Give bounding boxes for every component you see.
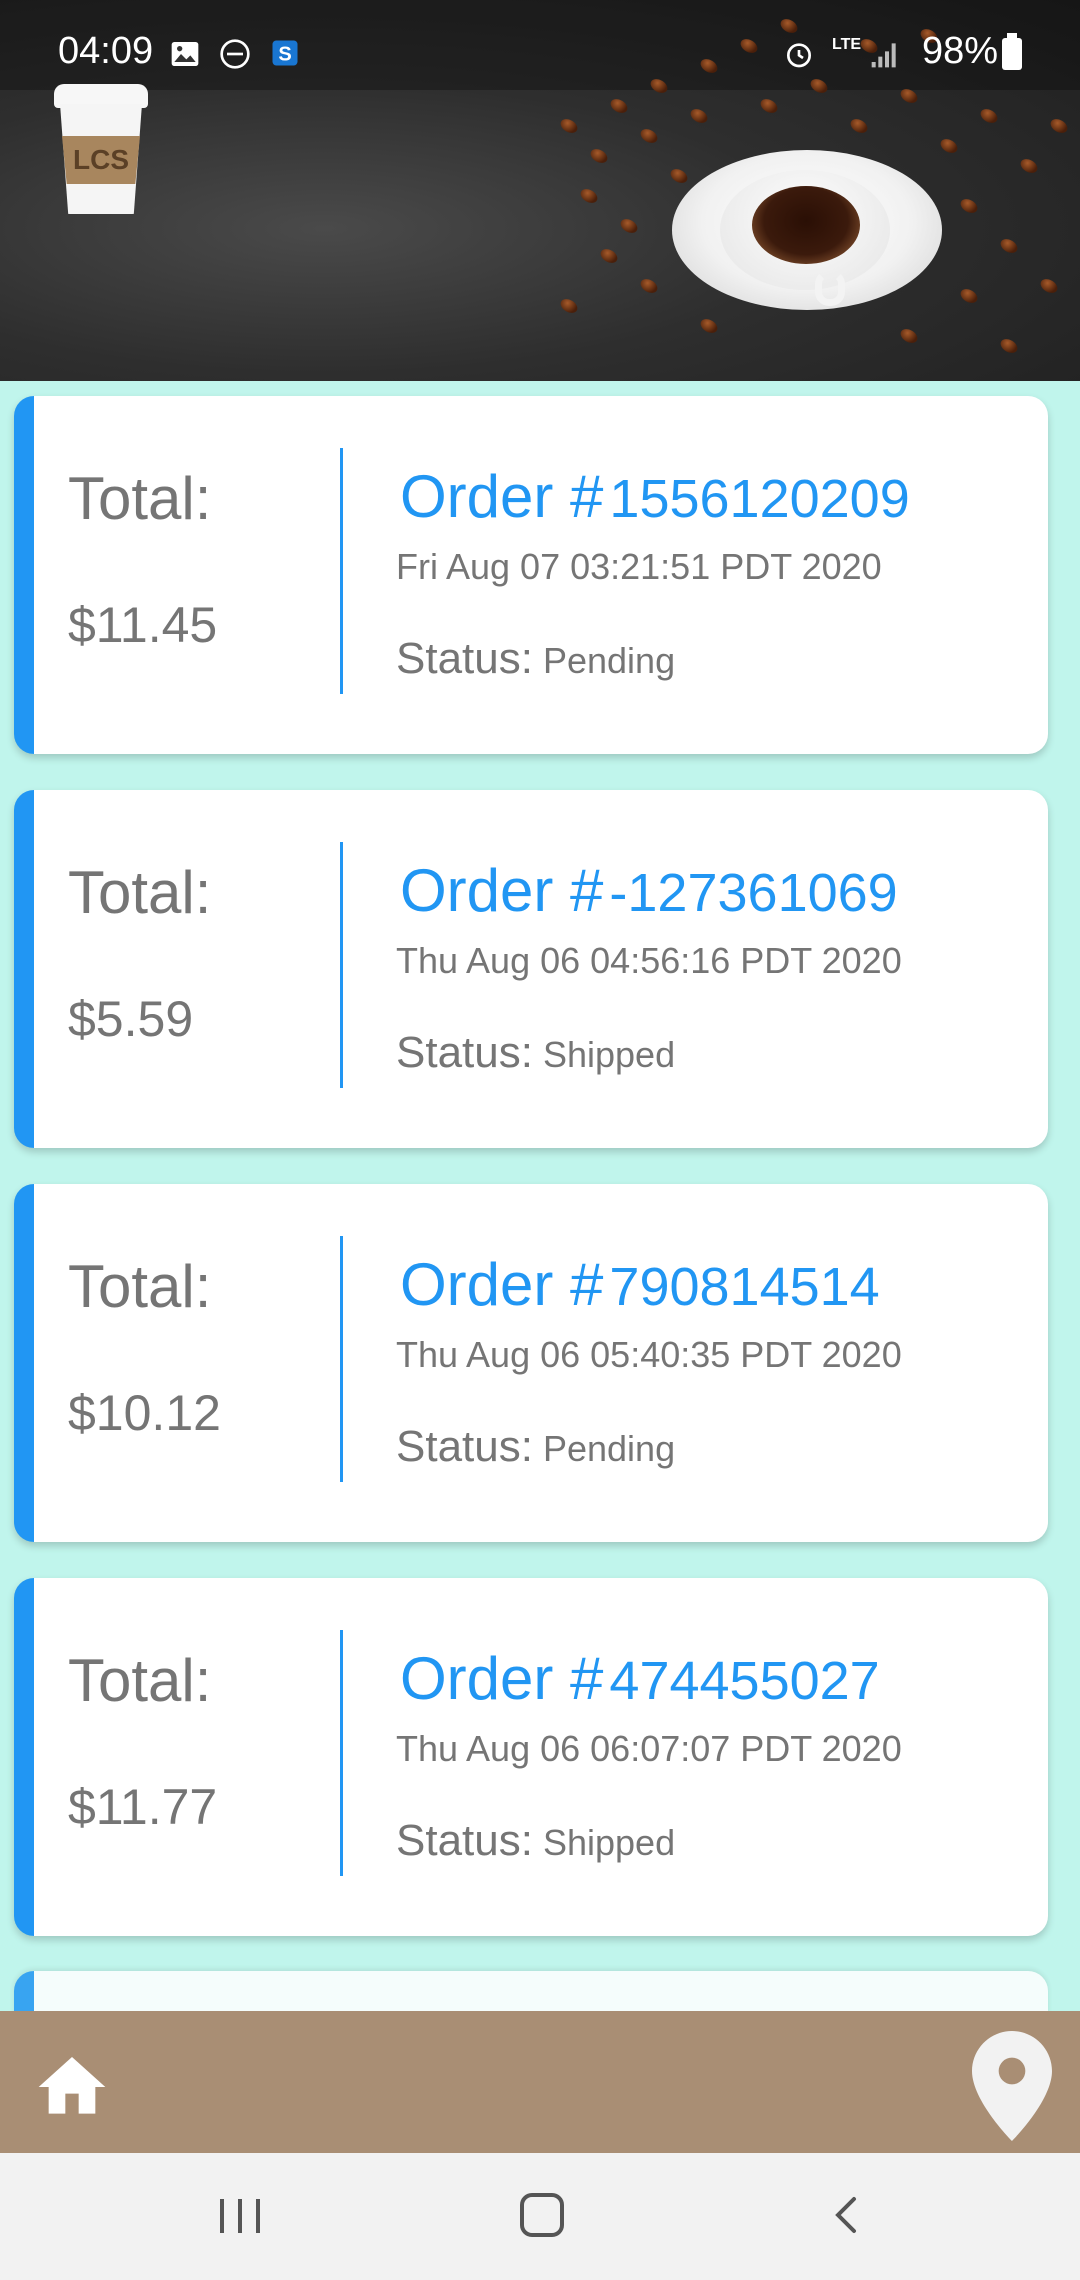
card-divider	[340, 1630, 343, 1876]
back-button[interactable]	[830, 2195, 860, 2235]
total-label: Total:	[68, 1253, 212, 1320]
order-status: Status: Shipped	[396, 1028, 675, 1078]
bottom-app-bar	[0, 2011, 1080, 2153]
order-status: Status: Pending	[396, 634, 675, 684]
status-label: Status:	[396, 1816, 533, 1865]
order-date: Thu Aug 06 04:56:16 PDT 2020	[396, 940, 902, 981]
order-label: Order #	[400, 1251, 604, 1318]
svg-text:S: S	[278, 44, 291, 66]
order-label: Order #	[400, 1645, 604, 1712]
order-date: Thu Aug 06 06:07:07 PDT 2020	[396, 1728, 902, 1769]
order-card[interactable]: Total: $11.77 Order #474455027 Thu Aug 0…	[14, 1578, 1048, 1936]
status-label: Status:	[396, 634, 533, 683]
status-value: Shipped	[542, 1822, 676, 1863]
order-number: -127361069	[609, 863, 898, 923]
total-label: Total:	[68, 465, 212, 532]
status-value: Pending	[542, 1428, 676, 1469]
card-divider	[340, 448, 343, 694]
order-card[interactable]: Total: $11.45 Order #1556120209 Fri Aug …	[14, 396, 1048, 754]
order-total: $10.12	[68, 1385, 221, 1441]
card-divider	[340, 1236, 343, 1482]
status-bar: 04:09 S LTE 98%	[0, 0, 1080, 110]
order-status: Status: Pending	[396, 1422, 675, 1472]
location-pin-icon	[972, 2031, 1052, 2141]
logo-text: LCS	[73, 144, 129, 175]
recent-apps-icon	[220, 2199, 260, 2233]
order-date: Fri Aug 07 03:21:51 PDT 2020	[396, 546, 882, 587]
total-label: Total:	[68, 1647, 212, 1714]
order-total: $11.77	[68, 1779, 218, 1835]
order-title: Order #474455027	[400, 1644, 880, 1713]
order-total: $5.59	[68, 991, 194, 1047]
system-navigation-bar	[0, 2153, 1080, 2280]
gallery-icon	[168, 38, 202, 72]
home-button[interactable]	[30, 2047, 114, 2127]
location-button[interactable]	[972, 2031, 1052, 2141]
card-divider	[340, 842, 343, 1088]
status-label: Status:	[396, 1422, 533, 1471]
order-number: 1556120209	[609, 469, 910, 529]
battery-icon	[1002, 33, 1022, 70]
order-status: Status: Shipped	[396, 1816, 675, 1866]
alarm-icon	[782, 38, 816, 72]
battery-level: 98%	[922, 30, 999, 72]
order-card[interactable]: Total: $10.12 Order #790814514 Thu Aug 0…	[14, 1184, 1048, 1542]
orders-list[interactable]: Total: $11.45 Order #1556120209 Fri Aug …	[0, 381, 1080, 2011]
app-notification-icon: S	[268, 38, 302, 72]
order-card[interactable]: Total: $5.59 Order # -127361069 Thu Aug 0…	[14, 790, 1048, 1148]
recent-apps-button[interactable]	[218, 2197, 262, 2235]
do-not-disturb-icon	[218, 38, 252, 72]
order-date: Thu Aug 06 05:40:35 PDT 2020	[396, 1334, 902, 1375]
home-icon	[38, 2057, 106, 2114]
status-label: Status:	[396, 1028, 533, 1077]
order-title: Order # -127361069	[400, 856, 898, 925]
order-number: 474455027	[609, 1651, 880, 1711]
back-icon	[835, 2197, 856, 2233]
status-time: 04:09	[58, 30, 154, 72]
order-title: Order #1556120209	[400, 462, 910, 531]
order-title: Order #790814514	[400, 1250, 880, 1319]
order-card-partial[interactable]	[14, 1971, 1048, 2011]
signal-icon	[868, 38, 902, 72]
order-label: Order #	[400, 463, 604, 530]
order-total: $11.45	[68, 597, 218, 653]
order-label: Order #	[400, 857, 604, 924]
order-number: 790814514	[609, 1257, 880, 1317]
status-value: Shipped	[542, 1034, 676, 1075]
network-type: LTE	[832, 36, 862, 53]
status-value: Pending	[542, 640, 676, 681]
system-home-button[interactable]	[520, 2193, 564, 2237]
total-label: Total:	[68, 859, 212, 926]
